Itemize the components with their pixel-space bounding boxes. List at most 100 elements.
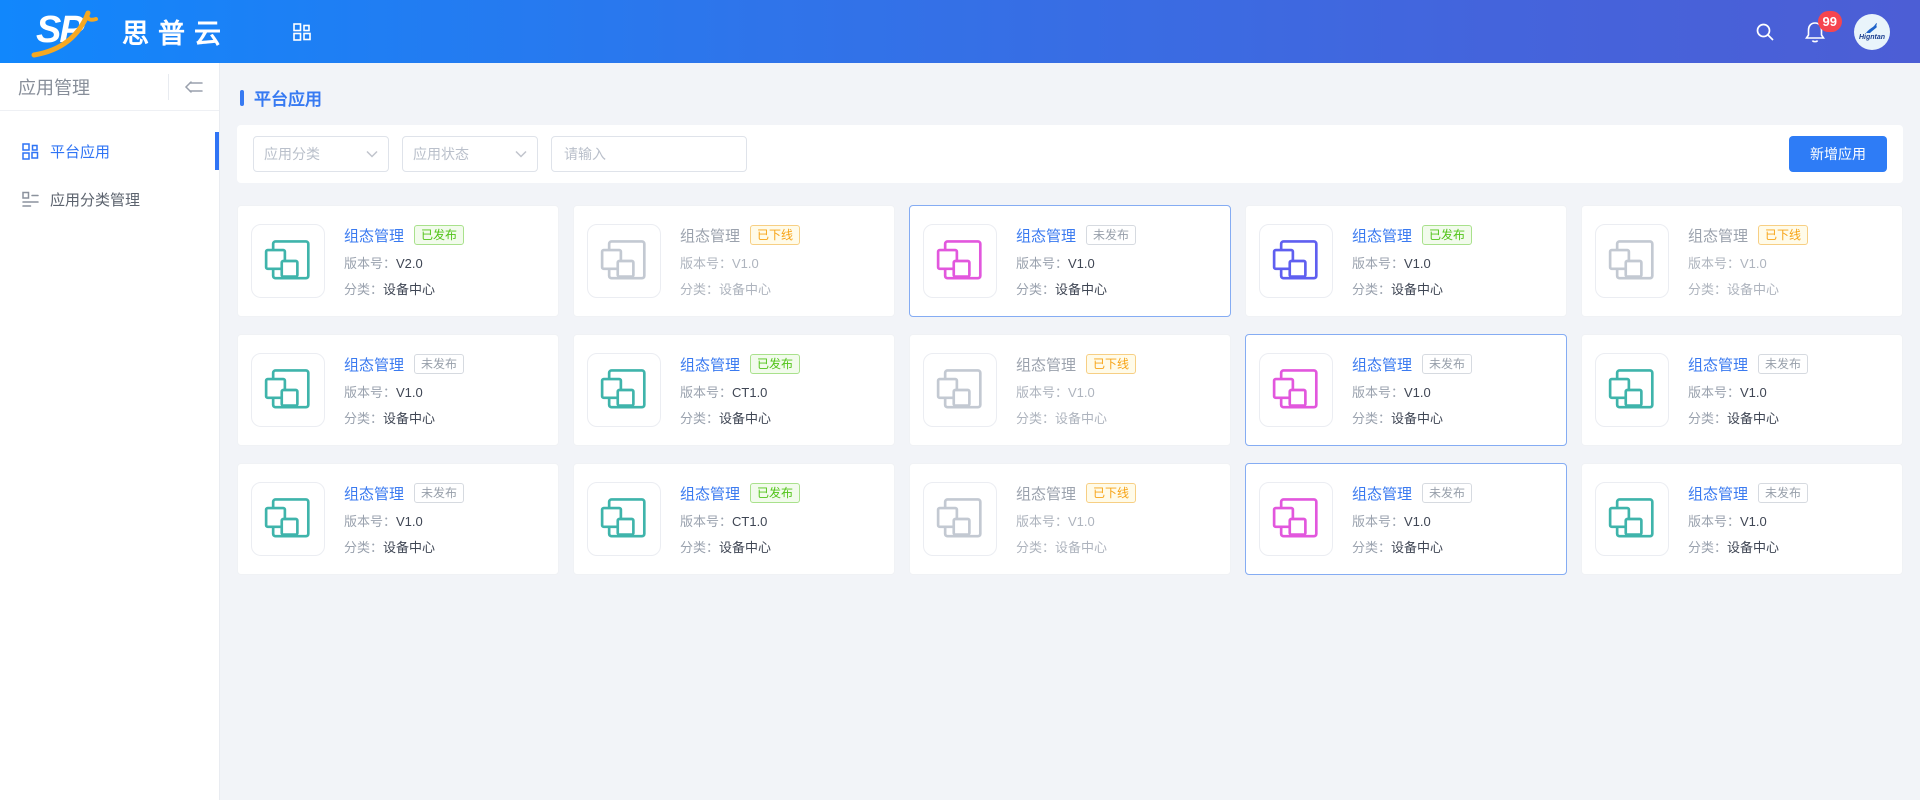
- version-label: 版本号：: [1016, 385, 1068, 400]
- app-title-link[interactable]: 组态管理: [344, 354, 404, 375]
- search-icon[interactable]: [1754, 21, 1776, 43]
- app-icon-box: [923, 482, 997, 556]
- category-label: 分类：: [680, 411, 719, 426]
- version-value: V1.0: [732, 256, 759, 271]
- category-line: 分类：设备中心: [1688, 279, 1808, 298]
- version-line: 版本号：V1.0: [1688, 253, 1808, 272]
- app-icon-box: [587, 224, 661, 298]
- sidebar-collapse-icon[interactable]: [168, 74, 205, 100]
- app-title-link[interactable]: 组态管理: [1016, 225, 1076, 246]
- app-title-link[interactable]: 组态管理: [1352, 225, 1412, 246]
- composition-app-icon: [263, 494, 313, 544]
- notifications-bell-icon[interactable]: 99: [1804, 20, 1826, 44]
- app-card-info: 组态管理 未发布 版本号：V1.0 分类：设备中心: [1688, 354, 1808, 427]
- app-category-select[interactable]: 应用分类: [253, 136, 389, 172]
- category-label: 分类：: [1352, 411, 1391, 426]
- app-card[interactable]: 组态管理 未发布 版本号：V1.0 分类：设备中心: [237, 334, 559, 446]
- app-card-info: 组态管理 未发布 版本号：V1.0 分类：设备中心: [1016, 225, 1136, 298]
- status-badge: 已发布: [750, 354, 800, 374]
- sidebar-item-app-categories[interactable]: 应用分类管理: [0, 175, 219, 223]
- app-card[interactable]: 组态管理 已发布 版本号：V1.0 分类：设备中心: [1245, 205, 1567, 317]
- category-line: 分类：设备中心: [1688, 408, 1808, 427]
- page-title-row: 平台应用: [240, 85, 1903, 110]
- app-title-link[interactable]: 组态管理: [680, 354, 740, 375]
- category-value: 设备中心: [719, 282, 771, 297]
- status-badge: 未发布: [1758, 483, 1808, 503]
- sidebar-header: 应用管理: [0, 63, 219, 111]
- app-card[interactable]: 组态管理 未发布 版本号：V1.0 分类：设备中心: [1581, 334, 1903, 446]
- app-card[interactable]: 组态管理 未发布 版本号：V1.0 分类：设备中心: [1581, 463, 1903, 575]
- composition-app-icon: [935, 236, 985, 286]
- app-card[interactable]: 组态管理 已下线 版本号：V1.0 分类：设备中心: [909, 334, 1231, 446]
- version-value: V1.0: [1068, 514, 1095, 529]
- version-label: 版本号：: [1688, 256, 1740, 271]
- app-card[interactable]: 组态管理 已下线 版本号：V1.0 分类：设备中心: [909, 463, 1231, 575]
- topbar-actions: 99 Higntan: [1754, 14, 1890, 50]
- app-card[interactable]: 组态管理 未发布 版本号：V1.0 分类：设备中心: [909, 205, 1231, 317]
- app-card[interactable]: 组态管理 未发布 版本号：V1.0 分类：设备中心: [1245, 463, 1567, 575]
- category-line: 分类：设备中心: [1352, 408, 1472, 427]
- status-badge: 已发布: [750, 483, 800, 503]
- version-line: 版本号：V1.0: [1352, 382, 1472, 401]
- composition-app-icon: [1607, 494, 1657, 544]
- avatar-label: Higntan: [1859, 34, 1885, 41]
- status-badge: 未发布: [414, 483, 464, 503]
- app-card[interactable]: 组态管理 未发布 版本号：V1.0 分类：设备中心: [237, 463, 559, 575]
- app-card[interactable]: 组态管理 已发布 版本号：CT1.0 分类：设备中心: [573, 334, 895, 446]
- add-app-button[interactable]: 新增应用: [1789, 136, 1887, 172]
- chevron-down-icon: [515, 150, 527, 158]
- version-line: 版本号：CT1.0: [680, 382, 800, 401]
- sidebar-menu: 平台应用 应用分类管理: [0, 111, 219, 223]
- version-value: V1.0: [396, 514, 423, 529]
- app-title-link[interactable]: 组态管理: [344, 225, 404, 246]
- composition-app-icon: [599, 365, 649, 415]
- app-icon-box: [1595, 353, 1669, 427]
- app-card[interactable]: 组态管理 已发布 版本号：CT1.0 分类：设备中心: [573, 463, 895, 575]
- search-input[interactable]: [551, 136, 747, 172]
- version-value: V1.0: [396, 385, 423, 400]
- composition-app-icon: [263, 236, 313, 286]
- app-title-link[interactable]: 组态管理: [1016, 483, 1076, 504]
- version-label: 版本号：: [1352, 256, 1404, 271]
- app-title-link[interactable]: 组态管理: [1688, 354, 1748, 375]
- app-title-link[interactable]: 组态管理: [1352, 483, 1412, 504]
- app-card[interactable]: 组态管理 已下线 版本号：V1.0 分类：设备中心: [573, 205, 895, 317]
- app-card[interactable]: 组态管理 未发布 版本号：V1.0 分类：设备中心: [1245, 334, 1567, 446]
- composition-app-icon: [1271, 365, 1321, 415]
- app-title-link[interactable]: 组态管理: [1688, 483, 1748, 504]
- version-line: 版本号：V1.0: [1016, 511, 1136, 530]
- app-title-link[interactable]: 组态管理: [1352, 354, 1412, 375]
- app-card-info: 组态管理 未发布 版本号：V1.0 分类：设备中心: [344, 354, 464, 427]
- app-card[interactable]: 组态管理 已发布 版本号：V2.0 分类：设备中心: [237, 205, 559, 317]
- user-avatar[interactable]: Higntan: [1854, 14, 1890, 50]
- category-label: 分类：: [1352, 282, 1391, 297]
- app-status-select[interactable]: 应用状态: [402, 136, 538, 172]
- category-label: 分类：: [344, 411, 383, 426]
- category-value: 设备中心: [1727, 411, 1779, 426]
- category-value: 设备中心: [1391, 540, 1443, 555]
- notification-count-badge: 99: [1818, 11, 1842, 32]
- category-line: 分类：设备中心: [344, 408, 464, 427]
- app-logo[interactable]: SP 思普云: [30, 5, 230, 59]
- status-badge: 已发布: [414, 225, 464, 245]
- app-card[interactable]: 组态管理 已下线 版本号：V1.0 分类：设备中心: [1581, 205, 1903, 317]
- app-title-link[interactable]: 组态管理: [1016, 354, 1076, 375]
- app-title-link[interactable]: 组态管理: [680, 225, 740, 246]
- apps-grid-icon[interactable]: [292, 22, 312, 42]
- app-card-info: 组态管理 未发布 版本号：V1.0 分类：设备中心: [344, 483, 464, 556]
- sidebar: 应用管理 平台应用: [0, 63, 220, 800]
- composition-app-icon: [1271, 236, 1321, 286]
- app-card-info: 组态管理 未发布 版本号：V1.0 分类：设备中心: [1688, 483, 1808, 556]
- category-line: 分类：设备中心: [1016, 408, 1136, 427]
- category-label: 分类：: [1016, 282, 1055, 297]
- logo-swoosh-icon: [30, 5, 110, 59]
- status-badge: 已下线: [1758, 225, 1808, 245]
- version-value: V1.0: [1740, 385, 1767, 400]
- category-line: 分类：设备中心: [1016, 279, 1136, 298]
- app-title-link[interactable]: 组态管理: [344, 483, 404, 504]
- app-title-link[interactable]: 组态管理: [1688, 225, 1748, 246]
- sidebar-item-platform-apps[interactable]: 平台应用: [0, 127, 219, 175]
- app-icon-box: [1595, 224, 1669, 298]
- version-line: 版本号：V1.0: [1352, 253, 1472, 272]
- app-title-link[interactable]: 组态管理: [680, 483, 740, 504]
